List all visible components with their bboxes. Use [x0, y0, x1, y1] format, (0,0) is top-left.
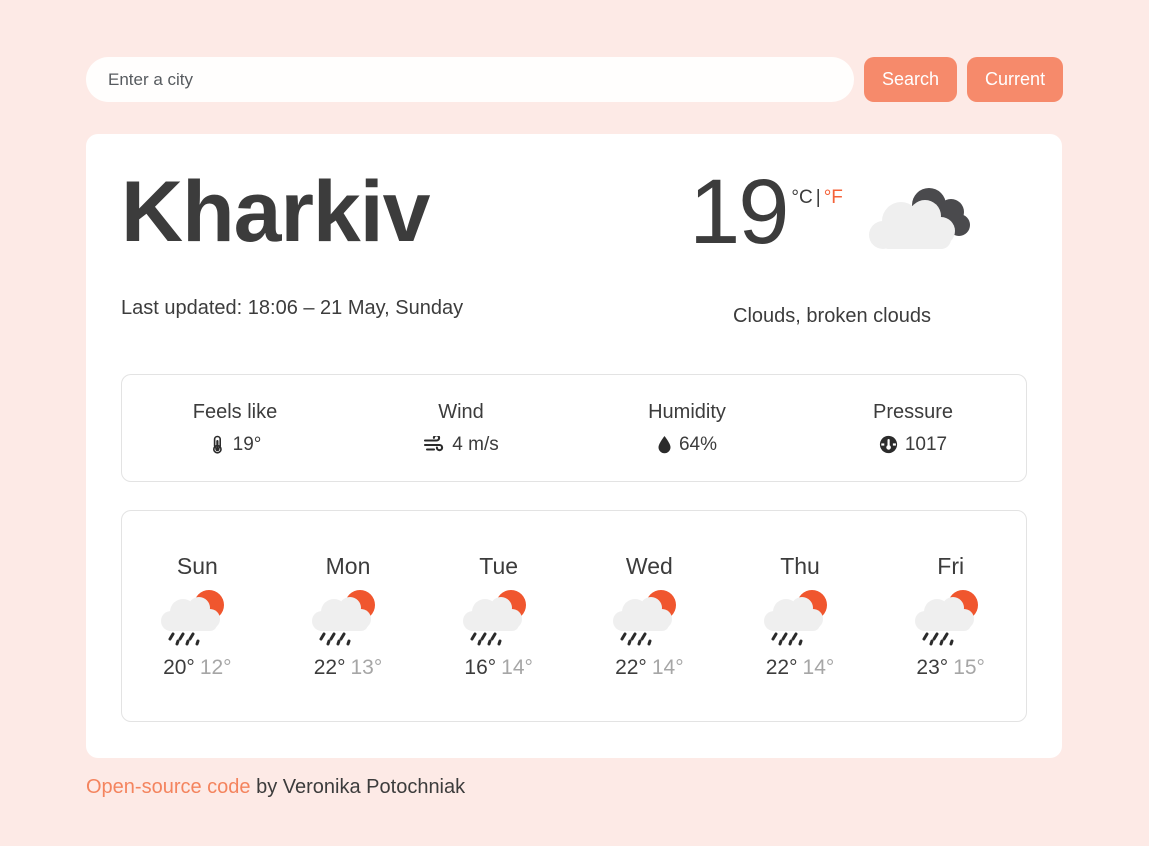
detail-humidity: Humidity 64% — [574, 401, 800, 456]
detail-value-row: 19° — [122, 434, 348, 456]
sun-cloud-rain-icon — [609, 586, 689, 648]
forecast-temps: 22° 14° — [725, 656, 876, 680]
forecast-min-temp: 14° — [802, 655, 835, 679]
detail-value-row: 64% — [574, 434, 800, 456]
forecast-day-label: Mon — [325, 552, 371, 579]
forecast-temps: 16° 14° — [423, 656, 574, 680]
city-name: Kharkiv — [121, 164, 431, 260]
sun-cloud-rain-icon — [308, 586, 388, 648]
forecast-min-temp: 14° — [501, 655, 533, 679]
detail-value: 4 m/s — [452, 433, 499, 455]
detail-value-row: 4 m/s — [348, 434, 574, 456]
current-temperature: 19 — [689, 161, 789, 263]
broken-clouds-icon — [865, 177, 975, 267]
detail-wind: Wind 4 m/s — [348, 401, 574, 456]
weather-app-page: Search Current Kharkiv Last updated: 18:… — [0, 0, 1149, 846]
forecast-panel: Sun 20° 12° Mon 22° 13° Tue 16° 14° Wed … — [121, 510, 1027, 722]
forecast-temps: 20° 12° — [122, 656, 273, 680]
footer-author-text: by Veronika Potochniak — [250, 776, 466, 798]
forecast-day-0: Sun 20° 12° — [122, 553, 273, 680]
forecast-day-label: Wed — [625, 552, 673, 579]
temperature-row: 19 °C | °F — [689, 161, 975, 267]
unit-toggle: °C | °F — [791, 187, 842, 209]
sun-cloud-rain-icon — [911, 586, 991, 648]
weather-condition-text: Clouds, broken clouds — [733, 305, 931, 327]
footer: Open-source code by Veronika Potochniak — [86, 776, 465, 799]
forecast-min-temp: 14° — [651, 655, 684, 679]
celsius-unit[interactable]: °C — [791, 187, 812, 208]
detail-value: 1017 — [904, 433, 948, 455]
temperature-block: 19 °C | °F Clouds, broken clouds — [637, 161, 1027, 328]
sun-cloud-rain-icon — [760, 586, 840, 648]
search-button[interactable]: Search — [864, 57, 958, 102]
forecast-max-temp: 20° — [163, 655, 195, 679]
weather-card-header: Kharkiv Last updated: 18:06 – 21 May, Su… — [121, 161, 1027, 328]
detail-value: 19° — [232, 433, 262, 455]
detail-label: Wind — [438, 400, 484, 423]
open-source-code-link[interactable]: Open-source code — [86, 776, 251, 798]
detail-value-row: 1017 — [800, 434, 1026, 456]
sun-cloud-rain-icon — [459, 586, 539, 648]
current-location-button[interactable]: Current — [967, 57, 1064, 102]
detail-value: 64% — [678, 433, 718, 455]
forecast-min-temp: 13° — [350, 655, 383, 679]
forecast-max-temp: 22° — [313, 655, 346, 679]
forecast-day-2: Tue 16° 14° — [423, 553, 574, 680]
forecast-day-5: Fri 23° 15° — [875, 553, 1026, 680]
fahrenheit-unit-link[interactable]: °F — [824, 187, 843, 208]
city-block: Kharkiv Last updated: 18:06 – 21 May, Su… — [121, 169, 601, 320]
forecast-max-temp: 22° — [615, 655, 647, 679]
forecast-day-3: Wed 22° 14° — [574, 553, 725, 680]
forecast-min-temp: 12° — [199, 655, 232, 679]
forecast-temps: 22° 14° — [574, 656, 725, 680]
forecast-temps: 23° 15° — [875, 656, 1026, 680]
forecast-day-label: Tue — [479, 552, 519, 579]
wind-icon — [423, 435, 445, 454]
forecast-day-label: Sun — [176, 552, 218, 579]
detail-feels-like: Feels like 19° — [122, 401, 348, 456]
forecast-max-temp: 16° — [464, 655, 497, 679]
detail-pressure: Pressure 1017 — [800, 401, 1026, 456]
detail-label: Pressure — [872, 400, 954, 423]
weather-card: Kharkiv Last updated: 18:06 – 21 May, Su… — [86, 134, 1062, 758]
forecast-day-1: Mon 22° 13° — [273, 553, 424, 680]
sun-cloud-rain-icon — [157, 586, 237, 648]
detail-label: Feels like — [192, 400, 278, 423]
forecast-day-label: Fri — [937, 552, 965, 579]
detail-label: Humidity — [648, 400, 726, 423]
forecast-min-temp: 15° — [953, 655, 985, 679]
search-bar: Search Current — [86, 57, 1064, 102]
forecast-day-4: Thu 22° 14° — [725, 553, 876, 680]
unit-separator: | — [815, 187, 821, 208]
weather-details-panel: Feels like 19° Wind 4 m/s Humidity 64% P… — [121, 374, 1027, 482]
thermometer-icon — [209, 435, 226, 454]
forecast-max-temp: 22° — [765, 655, 798, 679]
forecast-temps: 22° 13° — [273, 656, 424, 680]
last-updated-text: Last updated: 18:06 – 21 May, Sunday — [121, 297, 464, 319]
gauge-icon — [879, 435, 898, 454]
forecast-day-label: Thu — [780, 552, 820, 579]
city-search-input[interactable] — [86, 57, 854, 102]
water-drop-icon — [657, 435, 672, 454]
forecast-max-temp: 23° — [916, 655, 949, 679]
